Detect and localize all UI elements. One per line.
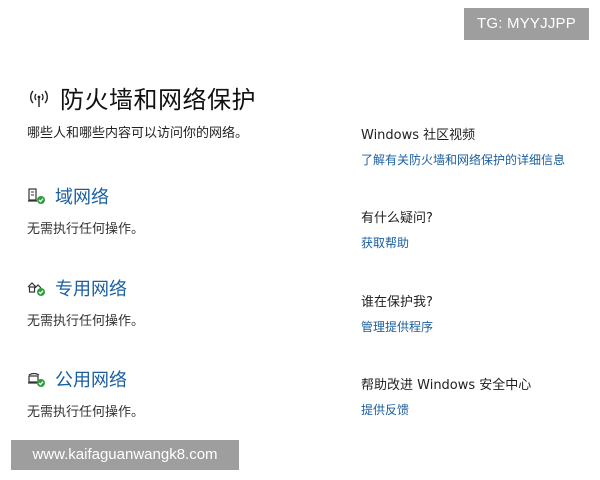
question-heading: 有什么疑问? [361, 211, 433, 226]
firewall-network-protection-page: TG: MYYJJPP 防火墙和网络保护 哪些人和哪些内容可以访问你的网络。 域… [0, 0, 600, 480]
give-feedback-link[interactable]: 提供反馈 [361, 401, 531, 418]
get-help-link[interactable]: 获取帮助 [361, 234, 433, 251]
community-video-section: Windows 社区视频 了解有关防火墙和网络保护的详细信息 [361, 124, 565, 168]
manage-providers-link[interactable]: 管理提供程序 [361, 318, 433, 335]
private-network-status: 无需执行任何操作。 [27, 314, 145, 329]
domain-network-link[interactable]: 域网络 [55, 183, 109, 209]
tg-badge: TG: MYYJJPP [464, 8, 589, 40]
who-protects-heading: 谁在保护我? [361, 295, 433, 310]
page-title: 防火墙和网络保护 [60, 86, 256, 114]
private-network-section: 专用网络 无需执行任何操作。 [27, 275, 144, 329]
public-network-link[interactable]: 公用网络 [55, 366, 127, 392]
domain-network-icon [28, 188, 45, 204]
public-network-section: 公用网络 无需执行任何操作。 [27, 366, 144, 420]
community-video-heading: Windows 社区视频 [361, 128, 476, 143]
private-network-icon [27, 282, 45, 296]
question-section: 有什么疑问? 获取帮助 [361, 207, 433, 251]
improve-section: 帮助改进 Windows 安全中心 提供反馈 [361, 374, 531, 418]
wifi-antenna-icon [30, 90, 48, 107]
who-protects-section: 谁在保护我? 管理提供程序 [361, 291, 433, 335]
public-network-status: 无需执行任何操作。 [27, 405, 145, 420]
page-subtitle: 哪些人和哪些内容可以访问你的网络。 [27, 126, 249, 141]
domain-network-status: 无需执行任何操作。 [27, 222, 145, 237]
learn-more-link[interactable]: 了解有关防火墙和网络保护的详细信息 [361, 151, 565, 168]
domain-network-section: 域网络 无需执行任何操作。 [27, 183, 144, 237]
watermark-banner: www.kaifaguanwangk8.com [11, 440, 239, 470]
improve-heading: 帮助改进 Windows 安全中心 [361, 378, 532, 393]
page-header: 防火墙和网络保护 [27, 80, 256, 115]
public-network-icon [28, 372, 45, 387]
private-network-link[interactable]: 专用网络 [55, 275, 127, 301]
